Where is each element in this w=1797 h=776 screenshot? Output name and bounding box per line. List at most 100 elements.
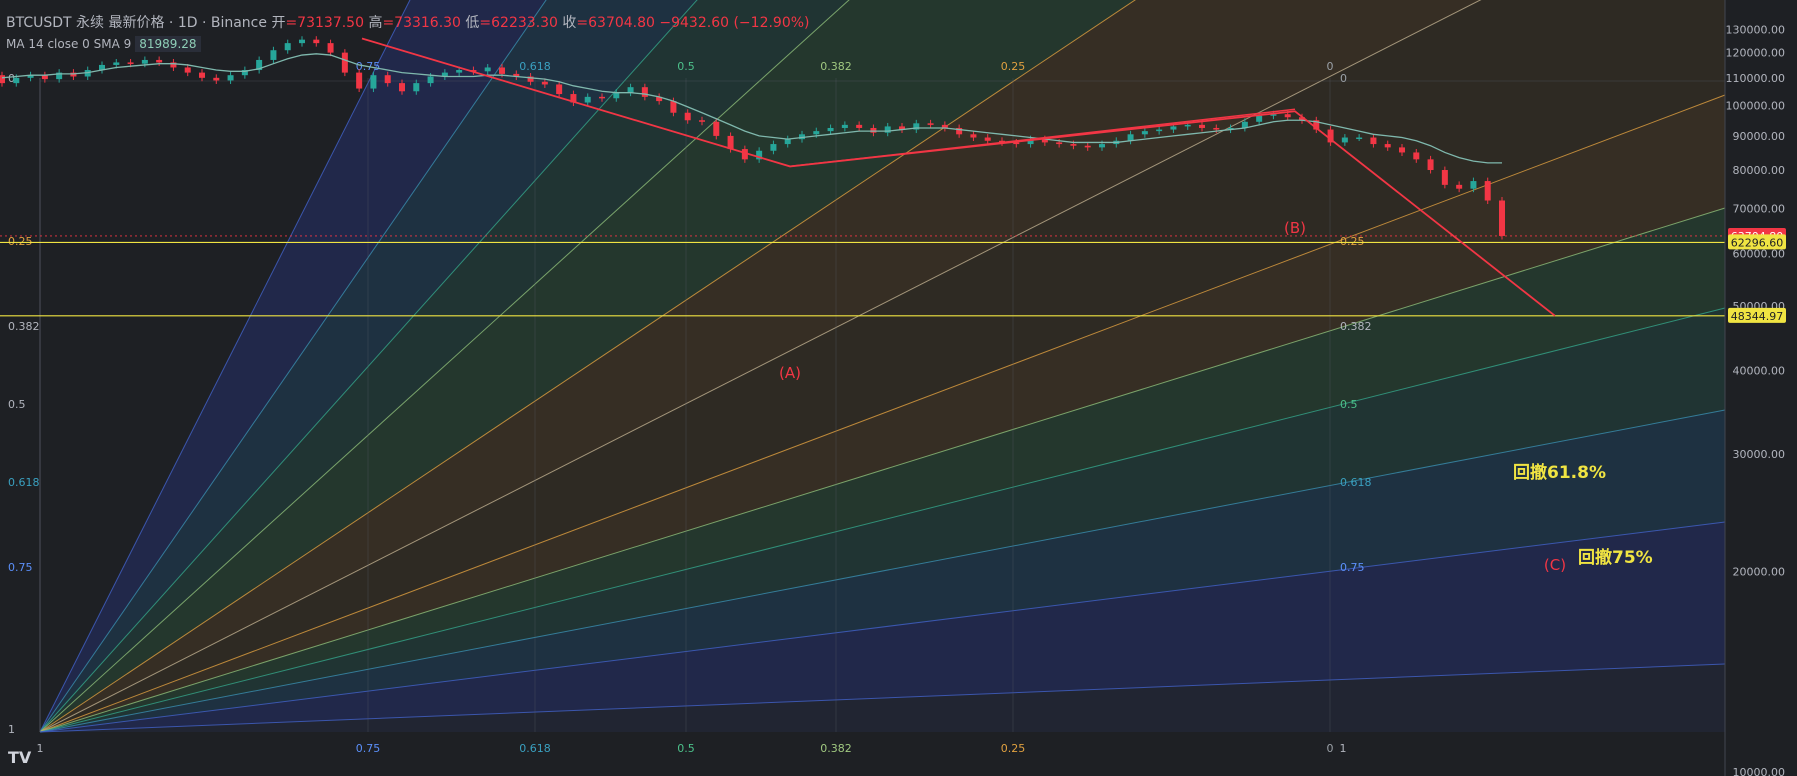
left-level-label: 0.25 <box>8 235 33 248</box>
candle-body <box>670 101 677 113</box>
left-level-label: 0.618 <box>8 476 40 489</box>
candle-body <box>1384 144 1391 148</box>
price-tick-label: 90000.00 <box>1733 130 1786 143</box>
candle-body <box>1141 131 1148 135</box>
candle-body <box>599 96 605 99</box>
indicator-legend[interactable]: MA 14 close 0 SMA 9 81989.28 <box>6 36 201 52</box>
fan-level-label: 0 <box>1327 60 1334 73</box>
left-level-label: 1 <box>8 723 15 736</box>
fan-level-label: 0.25 <box>1001 60 1026 73</box>
candle-body <box>627 87 634 93</box>
candle-body <box>1456 184 1463 189</box>
bottom-level-label: 0.5 <box>677 742 695 755</box>
candle-body <box>356 72 363 89</box>
candle-body <box>213 77 220 81</box>
candle-body <box>384 75 391 84</box>
candle-body <box>499 67 505 74</box>
fan-level-label: 0.618 <box>519 60 551 73</box>
bottom-level-label: 0.618 <box>519 742 551 755</box>
candle-body <box>313 39 320 44</box>
wave-label: (A) <box>779 364 801 382</box>
low-label: 低 <box>465 15 480 31</box>
price-tick-label: 40000.00 <box>1733 365 1786 378</box>
candle-body <box>641 87 648 97</box>
candle-body <box>684 112 691 121</box>
candle-body <box>1256 115 1263 122</box>
candle-body <box>0 75 5 84</box>
price-tick-label: 120000.00 <box>1726 47 1786 60</box>
fan-level-label: 0.382 <box>820 60 852 73</box>
price-tick-label: 30000.00 <box>1733 448 1786 461</box>
candle-body <box>1499 200 1505 236</box>
candle-body <box>1170 126 1177 130</box>
price-tick-label: 100000.00 <box>1726 99 1786 112</box>
candle-body <box>556 84 563 95</box>
indicator-value: 81989.28 <box>135 36 201 52</box>
candle-body <box>970 134 977 138</box>
candle-body <box>1284 114 1291 118</box>
high-value: =73316.30 <box>382 15 461 31</box>
candle-body <box>484 67 491 72</box>
candle-body <box>113 62 120 65</box>
candle-body <box>1127 134 1134 141</box>
symbol-title[interactable]: BTCUSDT 永续 最新价格 · 1D · Binance <box>6 15 267 31</box>
candle-body <box>1470 181 1477 189</box>
candle-body <box>156 59 163 63</box>
candle-body <box>770 144 777 151</box>
right-level-label: 0.75 <box>1340 561 1365 574</box>
bottom-level-label: 1 <box>37 742 44 755</box>
candle-body <box>870 127 877 133</box>
candle-body <box>984 137 991 141</box>
fan-level-label: 0.5 <box>677 60 695 73</box>
chart-window: 0.75 0.618 0.5 0.382 0.25 0 1 0.75 0.618 0.5 0.382… <box>0 0 1797 776</box>
candle-body <box>184 67 191 73</box>
left-level-label: 0.382 <box>8 320 40 333</box>
price-tag-label: 48344.97 <box>1731 310 1784 323</box>
bottom-level-label: 0 <box>1327 742 1334 755</box>
candle-body <box>299 39 305 44</box>
candle-body <box>327 43 334 53</box>
bottom-level-label: 1 <box>1340 742 1347 755</box>
candle-body <box>613 92 620 99</box>
right-level-label: 0.618 <box>1340 476 1372 489</box>
candle-body <box>1084 145 1091 148</box>
retracement-annotation: 回撤75% <box>1578 547 1653 568</box>
bottom-level-label: 0.25 <box>1001 742 1026 755</box>
candle-body <box>1399 147 1405 153</box>
retracement-annotation: 回撤61.8% <box>1513 462 1606 483</box>
candle-body <box>856 124 863 128</box>
candle-body <box>927 123 934 125</box>
price-tick-label: 130000.00 <box>1726 23 1786 36</box>
left-level-label: 0.5 <box>8 398 26 411</box>
wave-label: (B) <box>1284 219 1306 237</box>
low-value: =62233.30 <box>479 15 558 31</box>
price-tag-label: 62296.60 <box>1731 236 1784 249</box>
candle-body <box>841 124 848 128</box>
candle-body <box>270 50 277 60</box>
price-tick-label: 80000.00 <box>1733 164 1786 177</box>
candle-body <box>699 120 705 122</box>
candle-body <box>1156 129 1163 132</box>
candle-body <box>1099 144 1105 148</box>
price-axis <box>1725 0 1797 776</box>
open-label: 开 <box>271 15 286 31</box>
right-level-label: 0.5 <box>1340 398 1358 411</box>
tradingview-logo-icon[interactable]: TV <box>8 748 36 768</box>
candle-body <box>427 76 434 84</box>
right-level-label: 0 <box>1340 72 1347 85</box>
candlestick-chart[interactable]: 0.75 0.618 0.5 0.382 0.25 01 0.75 0.618 0.5 0.382… <box>0 0 1797 776</box>
wave-label: (C) <box>1544 556 1566 574</box>
indicator-label: MA 14 close 0 SMA 9 <box>6 37 132 51</box>
candle-body <box>1341 137 1348 143</box>
right-level-label: 0.382 <box>1340 320 1372 333</box>
bottom-level-label: 0.75 <box>356 742 381 755</box>
open-value: =73137.50 <box>285 15 364 31</box>
candle-body <box>284 43 291 51</box>
change-value: −9432.60 (−12.90%) <box>659 15 810 31</box>
right-level-label: 0.25 <box>1340 235 1365 248</box>
price-tick-label: 110000.00 <box>1726 72 1786 85</box>
candle-body <box>1056 142 1063 145</box>
price-tick-label: 20000.00 <box>1733 565 1786 578</box>
price-tick-label: 70000.00 <box>1733 203 1786 216</box>
candle-body <box>1370 137 1377 145</box>
